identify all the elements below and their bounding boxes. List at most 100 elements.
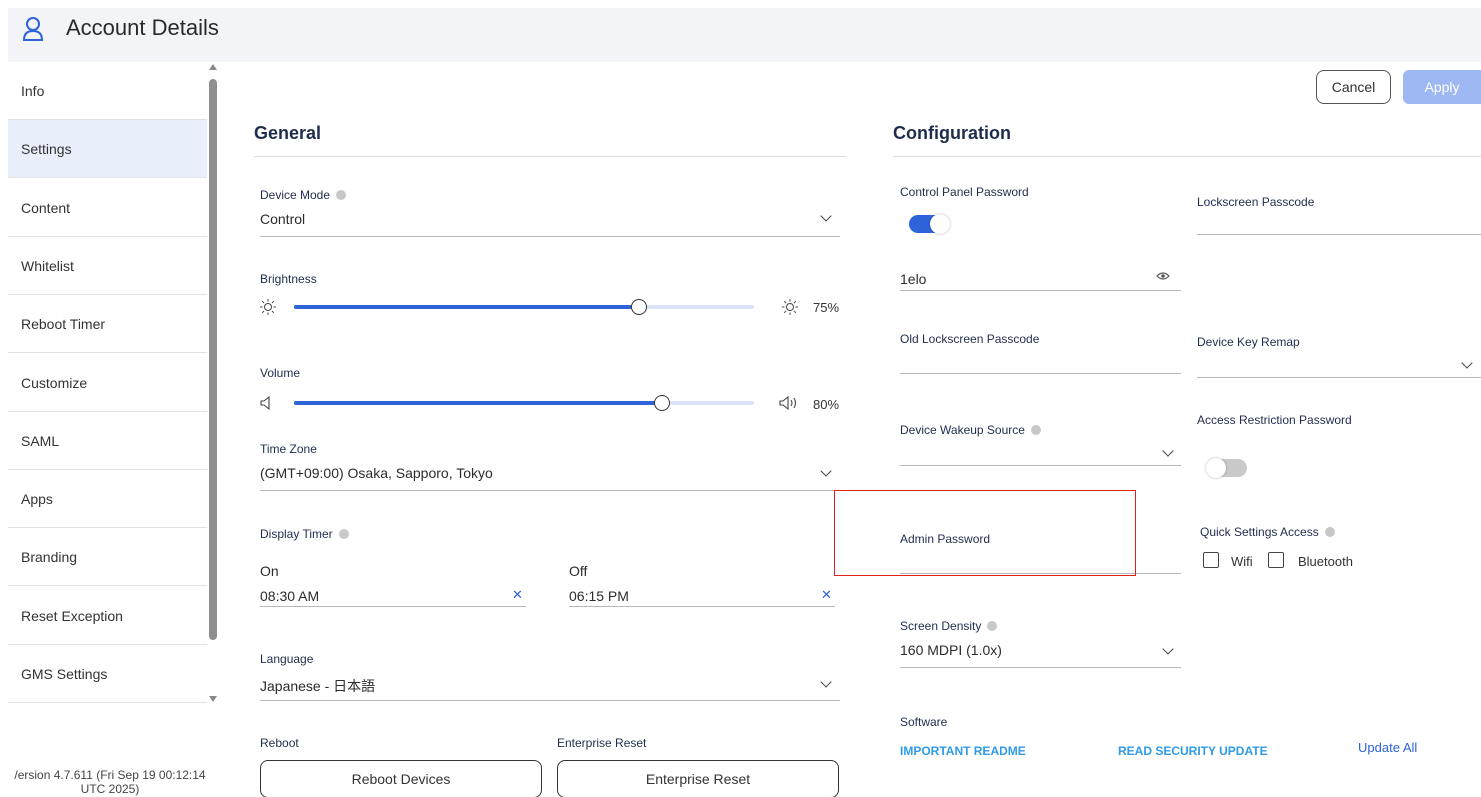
volume-high-icon <box>779 395 797 411</box>
sidebar: Info Settings Content Whitelist Reboot T… <box>8 62 207 717</box>
sidebar-item-info[interactable]: Info <box>8 62 207 120</box>
screen-density-select[interactable]: 160 MDPI (1.0x) <box>900 642 1002 658</box>
reboot-label: Reboot <box>260 736 299 750</box>
sidebar-item-label: Reboot Timer <box>21 315 106 332</box>
lockscreen-passcode-input[interactable] <box>1197 234 1481 235</box>
wifi-checkbox-label: Wifi <box>1231 554 1253 569</box>
display-timer-off-input[interactable]: 06:15 PM <box>569 588 629 604</box>
device-wakeup-source-label: Device Wakeup Source <box>900 423 1041 437</box>
sidebar-item-label: Apps <box>21 490 53 507</box>
display-timer-on-input[interactable]: 08:30 AM <box>260 588 319 604</box>
chevron-down-icon[interactable] <box>1162 445 1174 457</box>
language-label: Language <box>260 652 314 666</box>
quick-settings-access-label: Quick Settings Access <box>1200 525 1335 539</box>
screen-density-label: Screen Density <box>900 619 998 633</box>
sidebar-item-label: Info <box>21 82 45 99</box>
sidebar-item-saml[interactable]: SAML <box>8 412 207 470</box>
chevron-down-icon[interactable] <box>820 210 832 222</box>
enterprise-reset-button[interactable]: Enterprise Reset <box>557 760 839 797</box>
old-lockscreen-passcode-input[interactable] <box>900 373 1181 374</box>
configuration-section-title: Configuration <box>893 123 1011 143</box>
cancel-button[interactable]: Cancel <box>1316 70 1391 104</box>
update-all-link[interactable]: Update All <box>1358 740 1417 755</box>
language-underline <box>260 700 840 701</box>
brightness-low-icon <box>260 299 276 315</box>
sidebar-item-settings[interactable]: Settings <box>8 120 207 178</box>
chevron-down-icon[interactable] <box>820 465 832 477</box>
off-time-underline <box>569 606 835 607</box>
page-header: Account Details <box>8 8 1481 62</box>
volume-low-icon <box>260 395 270 411</box>
on-time-underline <box>260 606 526 607</box>
sidebar-item-branding[interactable]: Branding <box>8 528 207 586</box>
toggle-knob <box>1206 458 1226 478</box>
sidebar-item-label: Content <box>21 199 71 216</box>
sidebar-scrollbar[interactable] <box>209 79 217 640</box>
sidebar-item-customize[interactable]: Customize <box>8 354 207 412</box>
sidebar-item-label: Whitelist <box>21 257 74 274</box>
read-security-update-link[interactable]: READ SECURITY UPDATE <box>1118 744 1268 758</box>
volume-slider-knob[interactable] <box>654 395 670 411</box>
chevron-down-icon[interactable] <box>820 676 832 688</box>
apply-button[interactable]: Apply <box>1403 70 1481 104</box>
display-timer-label: Display Timer <box>260 527 349 541</box>
brightness-value: 75% <box>813 300 840 315</box>
bluetooth-checkbox[interactable] <box>1268 552 1284 568</box>
reboot-devices-button[interactable]: Reboot Devices <box>260 760 542 797</box>
brightness-slider[interactable] <box>294 299 754 315</box>
lockscreen-passcode-label: Lockscreen Passcode <box>1197 195 1315 209</box>
sidebar-item-reboot-timer[interactable]: Reboot Timer <box>8 295 207 353</box>
access-restriction-password-toggle[interactable] <box>1206 458 1247 478</box>
brightness-slider-knob[interactable] <box>631 299 647 315</box>
control-panel-password-input[interactable]: 1elo <box>900 271 926 287</box>
clear-on-time-icon[interactable]: ✕ <box>512 587 523 603</box>
display-timer-on-label: On <box>260 563 279 579</box>
toggle-knob <box>930 214 950 234</box>
info-icon[interactable] <box>1324 526 1335 537</box>
info-icon[interactable] <box>987 620 998 631</box>
chevron-down-icon[interactable] <box>1162 643 1174 655</box>
time-zone-label: Time Zone <box>260 442 317 456</box>
control-panel-password-underline <box>900 290 1181 291</box>
language-select[interactable]: Japanese - 日本語 <box>260 676 375 696</box>
old-lockscreen-passcode-label: Old Lockscreen Passcode <box>900 332 1040 346</box>
important-readme-link[interactable]: IMPORTANT README <box>900 744 1026 758</box>
sidebar-item-reset-exception[interactable]: Reset Exception <box>8 587 207 645</box>
device-key-remap-select[interactable] <box>1197 377 1481 378</box>
show-password-eye-icon[interactable] <box>1156 271 1170 281</box>
time-zone-select[interactable]: (GMT+09:00) Osaka, Sapporo, Tokyo <box>260 465 493 481</box>
general-section-title: General <box>254 123 322 143</box>
user-icon <box>22 17 44 41</box>
software-label: Software <box>900 715 948 729</box>
sidebar-item-apps[interactable]: Apps <box>8 470 207 528</box>
volume-slider-fill <box>294 401 662 405</box>
volume-label: Volume <box>260 366 301 380</box>
control-panel-password-toggle[interactable] <box>909 214 950 234</box>
sidebar-item-content[interactable]: Content <box>8 179 207 237</box>
info-icon[interactable] <box>338 528 349 539</box>
clear-off-time-icon[interactable]: ✕ <box>821 587 832 603</box>
sidebar-item-label: SAML <box>21 432 60 449</box>
sidebar-item-label: Settings <box>21 140 72 157</box>
info-icon[interactable] <box>336 189 347 200</box>
screen-density-underline <box>900 667 1181 668</box>
chevron-down-icon[interactable] <box>1461 357 1473 369</box>
general-divider <box>254 156 846 157</box>
scroll-down-arrow-icon[interactable] <box>209 696 217 702</box>
display-timer-off-label: Off <box>569 563 588 579</box>
device-wakeup-source-select[interactable] <box>900 465 1181 466</box>
device-key-remap-label: Device Key Remap <box>1197 335 1300 349</box>
device-mode-label: Device Mode <box>260 188 347 202</box>
info-icon[interactable] <box>1030 424 1041 435</box>
brightness-high-icon <box>782 299 798 315</box>
wifi-checkbox[interactable] <box>1203 552 1219 568</box>
sidebar-item-whitelist[interactable]: Whitelist <box>8 237 207 295</box>
highlight-box <box>834 490 1136 576</box>
page-title: Account Details <box>66 15 219 40</box>
scroll-up-arrow-icon[interactable] <box>209 64 217 70</box>
volume-slider[interactable] <box>294 395 754 411</box>
version-line-2: UTC 2025) <box>80 782 140 796</box>
sidebar-item-gms-settings[interactable]: GMS Settings <box>8 645 207 703</box>
device-mode-select[interactable]: Control <box>260 211 305 227</box>
bluetooth-checkbox-label: Bluetooth <box>1298 554 1353 569</box>
